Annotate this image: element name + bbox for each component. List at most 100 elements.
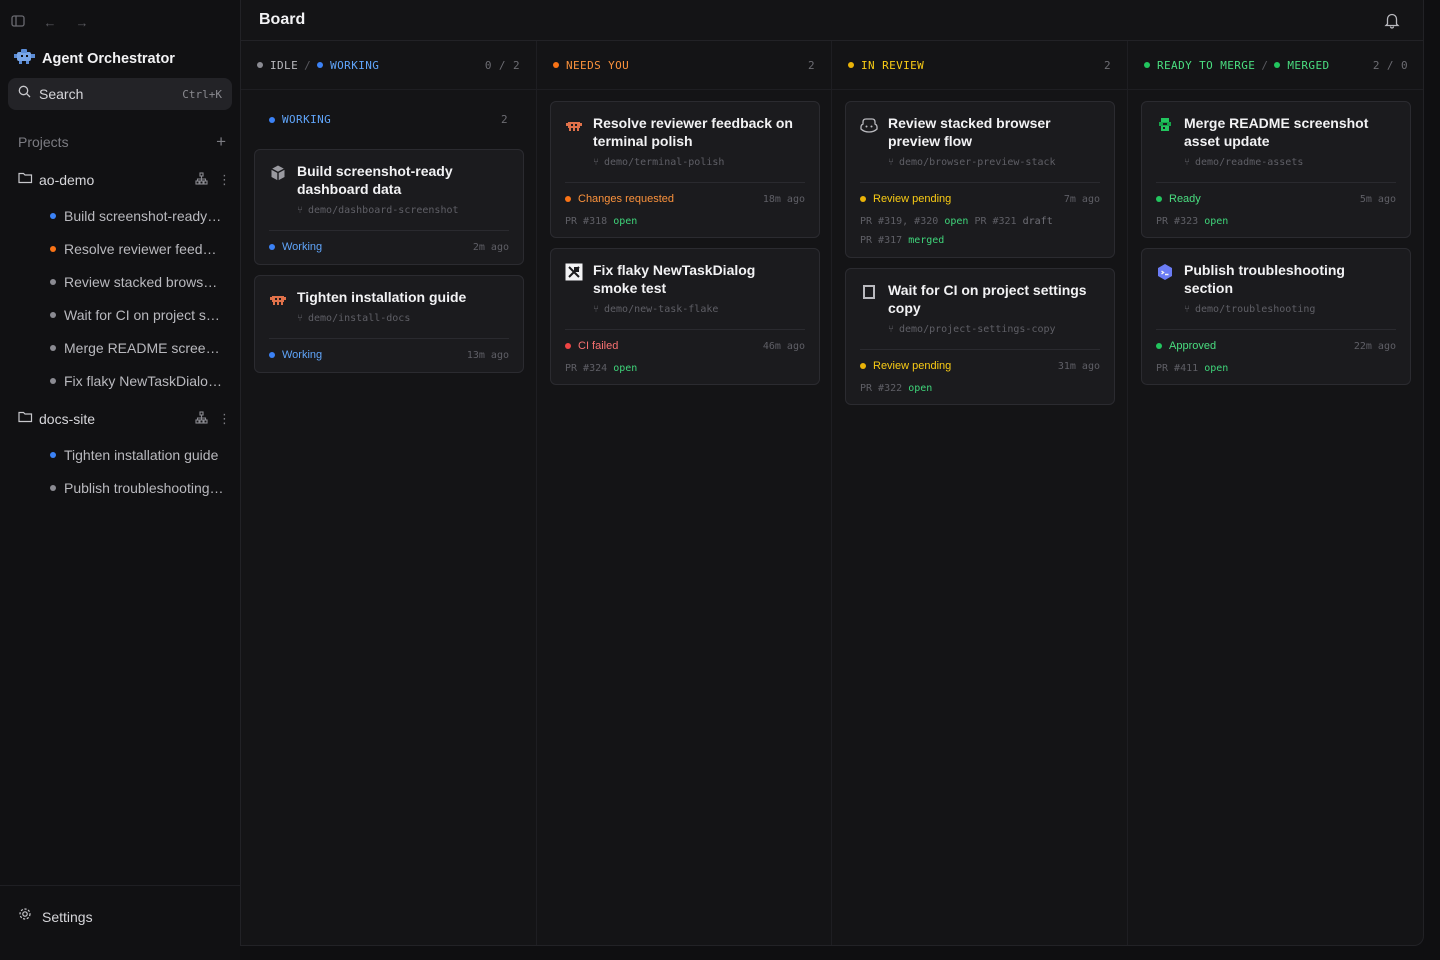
gear-icon (18, 907, 32, 926)
status-dot (1156, 343, 1162, 349)
column-count: 2 / 0 (1372, 58, 1408, 72)
pr-info[interactable]: PR #318 open (565, 216, 637, 227)
session-status-dot (50, 246, 56, 252)
card-status: Review pending 7m ago (860, 193, 1100, 205)
git-branch-icon: ⑂ (888, 157, 894, 168)
pr-info[interactable]: PR #411 open (1156, 363, 1228, 374)
column-count: 0 / 2 (484, 58, 520, 72)
divider (565, 182, 805, 183)
session-card[interactable]: Publish troubleshooting section ⑂ demo/tr… (1141, 248, 1411, 385)
card-status: Ready 5m ago (1156, 193, 1396, 205)
add-project-icon[interactable]: + (216, 132, 226, 152)
hierarchy-icon[interactable] (195, 411, 208, 427)
pr-state: draft (1022, 216, 1053, 227)
status-text: CI failed (578, 340, 619, 352)
card-title: Publish troubleshooting section (1184, 262, 1345, 296)
status-dot (860, 363, 866, 369)
pr-info[interactable]: PR #323 open (1156, 216, 1228, 227)
card-title: Build screenshot-ready dashboard data (297, 163, 453, 197)
sub-column-label: WORKING (282, 113, 332, 126)
pr-info[interactable]: PR #324 open (565, 363, 637, 374)
crab-icon (269, 290, 287, 308)
branch-label: ⑂ demo/project-settings-copy (888, 324, 1056, 335)
git-branch-icon: ⑂ (1184, 157, 1190, 168)
time-ago: 46m ago (762, 340, 805, 352)
card-title: Fix flaky NewTaskDialog smoke test (593, 262, 756, 296)
crab-icon (565, 116, 583, 134)
session-item[interactable]: Merge README screenshot asset update (50, 339, 224, 357)
project-docs-site[interactable]: docs-site ⋮ (18, 410, 231, 428)
session-item[interactable]: Fix flaky NewTaskDialog smoke test (50, 372, 224, 390)
session-status-dot (50, 312, 56, 318)
column-label: WORKING (330, 58, 380, 72)
status-dot (269, 116, 275, 123)
sidebar-toggle-icon[interactable] (8, 14, 28, 31)
branch-label: ⑂ demo/browser-preview-stack (888, 157, 1056, 168)
session-status-dot (50, 378, 56, 384)
board-panel: Board IDLE / WORKING 0 / 2 WORKING 2 Bui… (240, 0, 1424, 946)
back-arrow-icon[interactable]: ← (40, 15, 60, 30)
pr-info[interactable]: PR #322 open (860, 383, 932, 394)
session-card[interactable]: Review stacked browser preview flow ⑂ dem… (845, 101, 1115, 258)
search-input[interactable]: Search Ctrl+K (8, 78, 232, 110)
status-dot (317, 62, 324, 68)
status-dot (1156, 196, 1162, 202)
session-item[interactable]: Tighten installation guide (50, 446, 224, 464)
session-card[interactable]: Build screenshot-ready dashboard data ⑂ d… (254, 149, 524, 265)
session-item[interactable]: Wait for CI on project settings copy (50, 306, 224, 324)
pr-state: open (613, 363, 638, 374)
settings-button[interactable]: Settings (18, 907, 93, 926)
pr-number: PR #318 (565, 216, 608, 227)
branch-name: demo/troubleshooting (1195, 304, 1316, 315)
status-dot (1274, 62, 1281, 68)
pr-number: PR #324 (565, 363, 608, 374)
more-options-icon[interactable]: ⋮ (218, 411, 231, 427)
divider (860, 349, 1100, 350)
forward-arrow-icon[interactable]: → (72, 15, 92, 30)
status-text: Working (282, 241, 323, 253)
branch-name: demo/readme-assets (1195, 157, 1304, 168)
brand[interactable]: Agent Orchestrator (14, 47, 175, 70)
column-header: READY TO MERGE / MERGED 2 / 0 (1128, 41, 1423, 90)
branch-name: demo/dashboard-screenshot (308, 205, 459, 216)
column-count: 2 (1103, 58, 1111, 72)
time-ago: 31m ago (1057, 360, 1100, 372)
search-icon (18, 85, 31, 103)
status-text: Working (282, 349, 323, 361)
pr-number: PR #317 (860, 235, 903, 246)
session-item[interactable]: Publish troubleshooting section (50, 479, 224, 497)
card-title: Merge README screenshot asset update (1184, 115, 1369, 149)
session-status-dot (50, 452, 56, 458)
bell-icon[interactable] (1383, 11, 1401, 34)
hierarchy-icon[interactable] (195, 172, 208, 188)
status-dot (269, 352, 275, 358)
session-item[interactable]: Resolve reviewer feedback on terminal po… (50, 240, 224, 258)
column-idle-working: IDLE / WORKING 0 / 2 WORKING 2 Build scr… (241, 41, 537, 945)
copilot-icon (860, 116, 878, 134)
session-item[interactable]: Build screenshot-ready dashboard data (50, 207, 224, 225)
search-shortcut: Ctrl+K (182, 87, 222, 101)
green-agent-icon (1156, 116, 1174, 134)
project-ao-demo[interactable]: ao-demo ⋮ (18, 171, 231, 189)
session-card[interactable]: Merge README screenshot asset update ⑂ de… (1141, 101, 1411, 238)
pr-state: open (1204, 216, 1229, 227)
session-card[interactable]: Wait for CI on project settings copy ⑂ de… (845, 268, 1115, 405)
session-status-dot (50, 345, 56, 351)
session-card[interactable]: Fix flaky NewTaskDialog smoke test ⑂ demo… (550, 248, 820, 385)
pr-number: PR #411 (1156, 363, 1199, 374)
session-status-dot (50, 485, 56, 491)
time-ago: 13m ago (466, 349, 509, 361)
session-card[interactable]: Tighten installation guide ⑂ demo/install… (254, 275, 524, 373)
more-options-icon[interactable]: ⋮ (218, 172, 231, 188)
pr-info[interactable]: PR #319, #320 open PR #321 draft (860, 216, 1053, 227)
branch-name: demo/new-task-flake (604, 304, 719, 315)
card-title: Review stacked browser preview flow (888, 115, 1051, 149)
pr-info[interactable]: PR #317 merged (860, 235, 944, 246)
git-branch-icon: ⑂ (593, 157, 599, 168)
branch-label: ⑂ demo/terminal-polish (593, 157, 724, 168)
branch-label: ⑂ demo/readme-assets (1184, 157, 1303, 168)
session-item[interactable]: Review stacked browser preview flow (50, 273, 224, 291)
session-card[interactable]: Resolve reviewer feedback on terminal po… (550, 101, 820, 238)
divider (269, 230, 509, 231)
branch-name: demo/terminal-polish (604, 157, 725, 168)
